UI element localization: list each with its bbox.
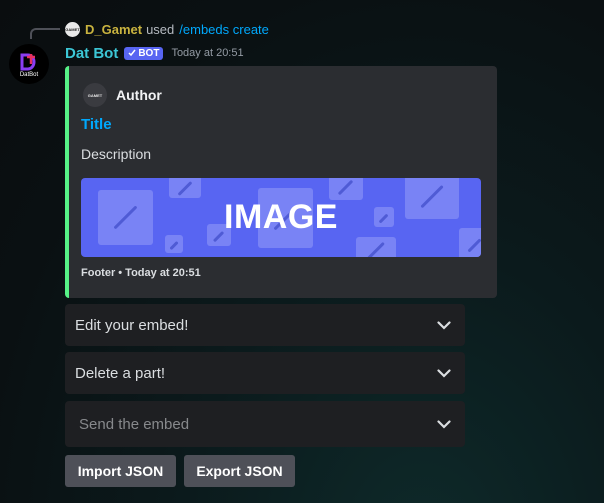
image-placeholder-icon xyxy=(329,178,363,200)
embed-author-icon: GAMET xyxy=(83,83,107,107)
image-placeholder-icon xyxy=(165,235,183,253)
message-header: Dat Bot BOT Today at 20:51 xyxy=(65,43,244,63)
bot-username[interactable]: Dat Bot xyxy=(65,45,118,62)
bot-avatar-label: DatBot xyxy=(19,71,39,78)
delete-part-select-value: Delete a part! xyxy=(75,364,166,382)
embed-image-text: IMAGE xyxy=(224,198,338,236)
embed-author: GAMET Author xyxy=(83,83,162,107)
embed: GAMET Author Title Description IMAGE Foo… xyxy=(65,66,497,298)
chevron-down-icon xyxy=(437,419,451,429)
edit-embed-select-value: Edit your embed! xyxy=(75,316,189,334)
bot-badge-label: BOT xyxy=(138,47,160,59)
verified-check-icon xyxy=(128,49,136,57)
reply-user-avatar[interactable]: GAMET xyxy=(65,21,80,37)
edit-embed-select[interactable]: Edit your embed! xyxy=(65,304,465,346)
send-embed-select-placeholder: Send the embed xyxy=(79,415,190,433)
bot-badge: BOT xyxy=(124,46,164,60)
export-json-button[interactable]: Export JSON xyxy=(184,455,295,487)
delete-part-select[interactable]: Delete a part! xyxy=(65,352,465,394)
chevron-down-icon xyxy=(437,320,451,330)
bot-logo-icon xyxy=(20,53,36,70)
image-placeholder-icon xyxy=(169,178,201,198)
embed-description: Description xyxy=(81,146,152,162)
embed-title[interactable]: Title xyxy=(81,116,112,133)
import-json-button[interactable]: Import JSON xyxy=(65,455,176,487)
reply-used-text: used xyxy=(146,21,175,37)
embed-footer: Footer • Today at 20:51 xyxy=(81,267,201,279)
message-timestamp[interactable]: Today at 20:51 xyxy=(171,47,243,59)
image-placeholder-icon xyxy=(356,237,396,257)
reply-username[interactable]: D_Gamet xyxy=(85,22,142,37)
bot-avatar[interactable]: DatBot xyxy=(9,44,49,84)
embed-image[interactable]: IMAGE xyxy=(81,178,481,257)
embed-author-icon-text: GAMET xyxy=(87,92,103,98)
chevron-down-icon xyxy=(437,368,451,378)
embed-author-name: Author xyxy=(116,87,162,103)
reply-connector-line xyxy=(30,28,60,39)
reply-avatar-text: GAMET xyxy=(65,26,80,32)
send-embed-select[interactable]: Send the embed xyxy=(65,401,465,447)
reply-command[interactable]: /embeds create xyxy=(179,22,269,37)
reply-context: GAMET D_Gamet used /embeds create xyxy=(65,21,269,37)
